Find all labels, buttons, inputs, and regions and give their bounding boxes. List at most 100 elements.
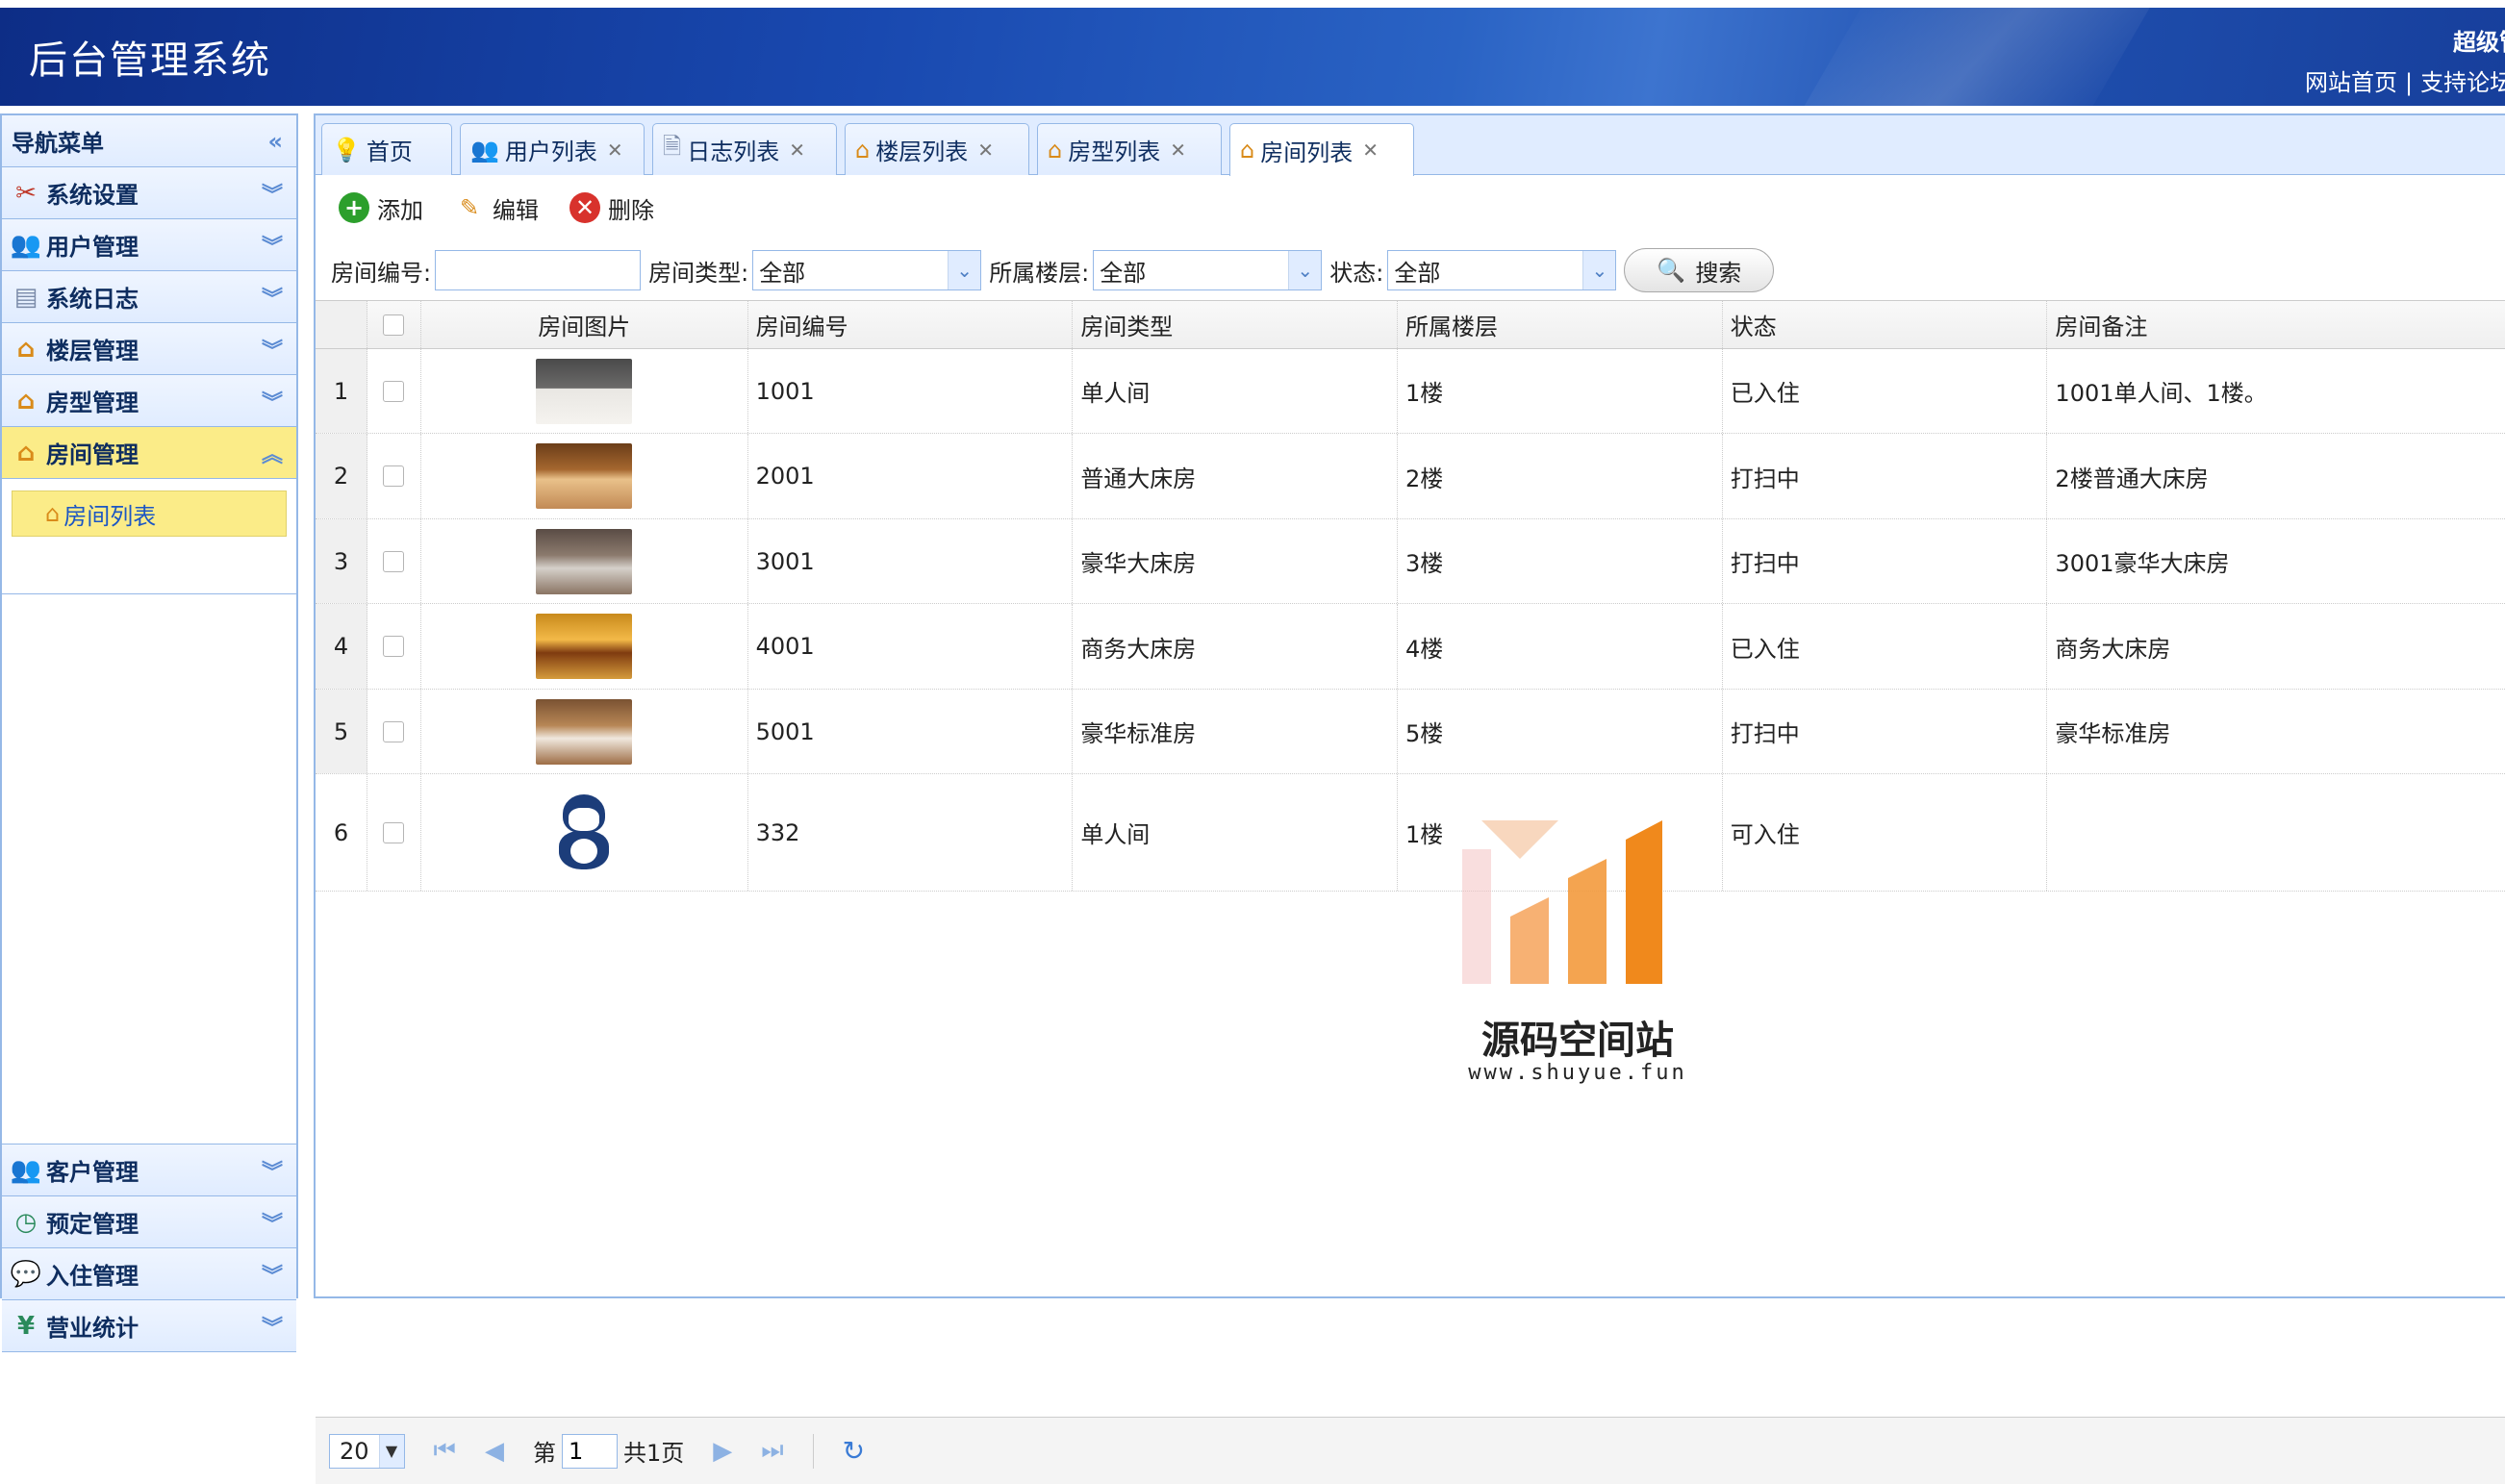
row-check-cell — [367, 434, 421, 518]
column-header[interactable]: 状态 — [1723, 301, 2048, 348]
note-cell: 2楼普通大床房 — [2055, 465, 2209, 492]
page-size-value: 20 — [340, 1437, 369, 1465]
chat-icon: 💬 — [10, 1259, 42, 1289]
tab-home[interactable]: 💡 首页 — [321, 123, 452, 175]
sidebar-item-system-log[interactable]: ▤ 系统日志 ︾ — [2, 271, 296, 323]
edit-button-label: 编辑 — [493, 196, 539, 224]
room-no-cell: 5001 — [748, 690, 1074, 773]
house-icon: ⌂ — [45, 500, 61, 527]
last-page-icon[interactable]: ⏭ — [761, 1436, 783, 1466]
chevron-down-icon[interactable]: ⌄ — [1582, 251, 1616, 289]
column-header[interactable]: 房间编号 — [748, 301, 1074, 348]
sidebar-submenu: ⌂ 房间列表 — [2, 479, 296, 594]
tab-room-type-list[interactable]: ⌂ 房型列表 ✕ — [1037, 123, 1222, 175]
table-row[interactable]: 3 3001 豪华大床房 3楼 打扫中 3001豪华大床房 — [316, 519, 2505, 604]
row-checkbox[interactable] — [383, 465, 405, 487]
plus-icon: + — [339, 192, 369, 223]
close-icon[interactable]: ✕ — [1170, 138, 1186, 162]
app-header: 后台管理系统 超级管 网站首页 |支持论坛 — [0, 8, 2505, 106]
tab-floor-list[interactable]: ⌂ 楼层列表 ✕ — [845, 123, 1029, 175]
next-page-icon[interactable]: ▶ — [713, 1437, 732, 1466]
floor-cell: 1楼 — [1398, 349, 1723, 433]
tab-room-list[interactable]: ⌂ 房间列表 ✕ — [1229, 123, 1414, 176]
double-chevron-down-icon: ︾ — [261, 1212, 283, 1237]
row-number-text: 4 — [333, 633, 349, 660]
status-select[interactable]: 全部 ⌄ — [1387, 250, 1617, 290]
select-all-checkbox[interactable] — [383, 314, 405, 336]
row-checkbox[interactable] — [383, 821, 405, 843]
table-row[interactable]: 2 2001 普通大床房 2楼 打扫中 2楼普通大床房 — [316, 434, 2505, 519]
caret-down-icon[interactable]: ▼ — [378, 1434, 404, 1468]
users-icon: 👥 — [470, 136, 499, 163]
row-number-text: 5 — [333, 717, 349, 745]
link-support-forum[interactable]: 支持论坛 — [2420, 63, 2505, 97]
tab-label: 房间列表 — [1260, 138, 1354, 166]
column-header[interactable]: 房间图片 — [421, 301, 748, 348]
row-number: 5 — [316, 690, 367, 773]
column-header[interactable]: 房间备注 — [2047, 301, 2505, 348]
room-type-cell: 豪华大床房 — [1073, 519, 1399, 603]
delete-button[interactable]: ✕ 删除 — [569, 191, 654, 225]
close-icon[interactable]: ✕ — [789, 138, 805, 162]
room-no-input[interactable] — [435, 250, 642, 290]
close-icon[interactable]: ✕ — [1362, 138, 1379, 162]
sidebar-item-business-statistics[interactable]: ¥ 营业统计 ︾ — [2, 1300, 296, 1352]
room-image-cell — [421, 434, 748, 518]
close-icon[interactable]: ✕ — [607, 138, 623, 162]
table-row[interactable]: 1 1001 单人间 1楼 已入住 1001单人间、1楼。 — [316, 349, 2505, 434]
users-icon: 👥 — [10, 230, 42, 260]
search-button[interactable]: 🔍 搜索 — [1624, 248, 1775, 292]
house-icon: ⌂ — [855, 136, 871, 163]
sidebar-item-customer-management[interactable]: 👥 客户管理 ︾ — [2, 1144, 296, 1196]
room-image — [536, 358, 633, 424]
sidebar-item-checkin-management[interactable]: 💬 入住管理 ︾ — [2, 1248, 296, 1300]
table-row[interactable]: 6 332 单人间 1楼 可入住 — [316, 774, 2505, 892]
table-row[interactable]: 5 5001 豪华标准房 5楼 打扫中 豪华标准房 — [316, 690, 2505, 774]
sidebar-item-label: 营业统计 — [46, 1315, 139, 1342]
sidebar-item-reservation-management[interactable]: ◷ 预定管理 ︾ — [2, 1196, 296, 1248]
clock-icon: ◷ — [14, 1207, 38, 1237]
page-number-input[interactable] — [561, 1433, 618, 1469]
room-type-select[interactable]: 全部 ⌄ — [752, 250, 982, 290]
pencil-icon: ✎ — [459, 194, 480, 221]
row-checkbox[interactable] — [383, 720, 405, 742]
refresh-icon[interactable]: ↻ — [843, 1435, 865, 1467]
add-button[interactable]: + 添加 — [339, 191, 423, 225]
sidebar-subitem-room-list[interactable]: ⌂ 房间列表 — [12, 490, 287, 537]
select-all-cell — [367, 301, 421, 348]
table-body: 1 1001 单人间 1楼 已入住 1001单人间、1楼。 2 2001 普通大… — [316, 349, 2505, 892]
sidebar-item-room-management[interactable]: ⌂ 房间管理 ︽ — [2, 427, 296, 479]
tab-label: 用户列表 — [504, 138, 597, 165]
page-size-select[interactable]: 20 ▼ — [329, 1433, 405, 1469]
row-check-cell — [367, 774, 421, 891]
pagination: 20 ▼ ⏮ ◀ 第 共1页 ▶ ⏭ ↻ — [316, 1417, 2505, 1484]
sidebar-item-label: 预定管理 — [46, 1211, 139, 1238]
close-icon[interactable]: ✕ — [977, 138, 994, 162]
floor-value: 全部 — [1100, 259, 1147, 287]
chevron-down-icon[interactable]: ⌄ — [1288, 251, 1322, 289]
sidebar-item-room-type-management[interactable]: ⌂ 房型管理 ︾ — [2, 375, 296, 427]
row-checkbox[interactable] — [383, 636, 405, 657]
table-row[interactable]: 4 4001 商务大床房 4楼 已入住 商务大床房 — [316, 604, 2505, 690]
column-header[interactable]: 所属楼层 — [1398, 301, 1723, 348]
sidebar-item-system-settings[interactable]: ✂ 系统设置 ︾ — [2, 167, 296, 219]
floor-cell: 1楼 — [1398, 774, 1723, 891]
note-cell: 豪华标准房 — [2055, 720, 2171, 747]
tab-log-list[interactable]: 🗎 日志列表 ✕ — [652, 123, 837, 175]
room-type-label: 房间类型: — [648, 259, 749, 287]
sidebar-item-floor-management[interactable]: ⌂ 楼层管理 ︾ — [2, 323, 296, 375]
floor-cell: 2楼 — [1398, 434, 1723, 518]
prev-page-icon[interactable]: ◀ — [485, 1437, 504, 1466]
tab-user-list[interactable]: 👥 用户列表 ✕ — [460, 123, 645, 175]
edit-button[interactable]: ✎ 编辑 — [454, 191, 539, 225]
row-checkbox[interactable] — [383, 380, 405, 402]
first-page-icon[interactable]: ⏮ — [434, 1436, 456, 1466]
status-cell: 打扫中 — [1723, 434, 2048, 518]
chevron-down-icon[interactable]: ⌄ — [948, 251, 981, 289]
double-chevron-left-icon[interactable]: « — [267, 128, 283, 155]
link-site-home[interactable]: 网站首页 — [2305, 63, 2397, 97]
sidebar-item-user-management[interactable]: 👥 用户管理 ︾ — [2, 219, 296, 271]
row-checkbox[interactable] — [383, 550, 405, 572]
floor-select[interactable]: 全部 ⌄ — [1093, 250, 1323, 290]
column-header[interactable]: 房间类型 — [1073, 301, 1399, 348]
